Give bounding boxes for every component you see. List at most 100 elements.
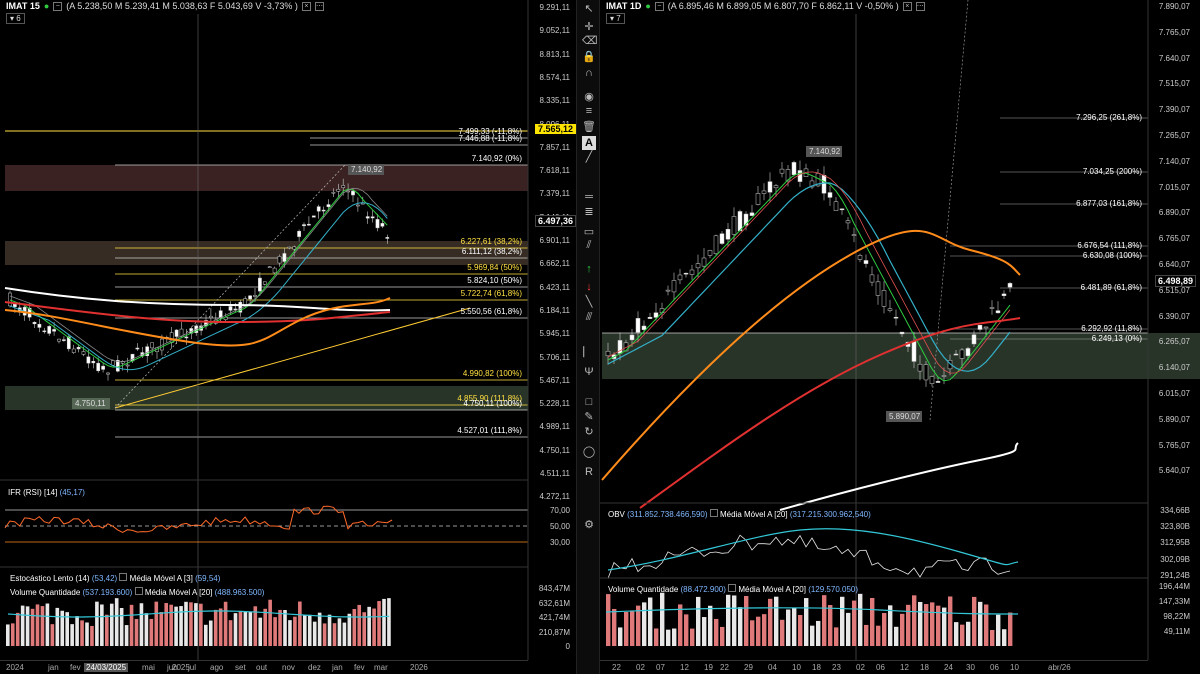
obv-axis-label: 291,24B <box>1160 570 1190 580</box>
volume-bar <box>816 620 821 646</box>
volume-bar <box>15 612 20 646</box>
ray-icon[interactable]: ╲ <box>582 295 596 309</box>
left-volume-label[interactable]: Volume Quantidade (537.193.600) Média Mó… <box>10 587 264 597</box>
obv-toggle-icon[interactable] <box>709 509 718 517</box>
left-symbol[interactable]: IMAT 15 <box>6 1 40 11</box>
volume-bar <box>756 616 761 646</box>
rsi-title: IFR (RSI) [14] <box>8 488 58 497</box>
left-price-label: 5.706,11 <box>539 352 570 362</box>
right-volume-label[interactable]: Volume Quantidade (88.472.900) Média Móv… <box>608 584 858 594</box>
parallel-icon[interactable]: ⫻ <box>582 310 596 324</box>
volume-bar <box>119 608 124 646</box>
volume-bar <box>337 618 342 646</box>
left-price-label: 8.335,11 <box>539 96 570 106</box>
layers-icon[interactable]: ≡ <box>582 104 596 118</box>
right-price-label: 7.765,07 <box>1158 27 1190 37</box>
cursor-icon[interactable]: ↖ <box>582 2 596 16</box>
rsi-label[interactable]: IFR (RSI) [14] (45,17) <box>8 488 85 497</box>
rotate-icon[interactable]: ↻ <box>582 425 596 439</box>
volume-bar <box>45 603 50 646</box>
crosshair-icon[interactable]: ✛ <box>582 20 596 34</box>
volume-bar <box>876 625 881 646</box>
volume-bar <box>25 606 30 646</box>
fib-icon[interactable]: ≣ <box>582 205 596 219</box>
right-time-axis[interactable]: 22020712192229041018230206121824300610de… <box>600 660 1148 674</box>
left-vol-toggle-icon[interactable] <box>134 587 143 595</box>
right-price-label: 6.015,07 <box>1158 389 1190 398</box>
right-x-label: 18 <box>812 663 821 672</box>
right-chart-panel[interactable]: 7.140,92 5.890,07 IMAT 1D ● − (A 6.895,46… <box>600 0 1200 674</box>
left-current-price: 6.497,36 <box>534 215 576 227</box>
volume-bar <box>780 619 785 646</box>
stoch-toggle-icon[interactable] <box>119 573 128 581</box>
left-vol-axis-label: 0 <box>565 642 570 651</box>
left-price-label: 8.574,11 <box>539 72 570 82</box>
candle-body <box>911 340 917 362</box>
left-fib-label: 7.140,92 (0%) <box>471 154 522 163</box>
candle-body <box>719 233 725 244</box>
left-x-label: nov <box>282 663 295 672</box>
ruler-icon[interactable]: R <box>582 465 596 479</box>
volume-bar <box>642 602 647 646</box>
obv-label[interactable]: OBV (311.852.738.466,590) Média Móvel A … <box>608 509 871 519</box>
left-price-axis[interactable]: 9.291,11 9.052,11 8.813,11 8.574,11 8.335,11… <box>528 0 576 660</box>
settings-icon[interactable]: ⋯ <box>915 1 925 11</box>
left-vol-value: (537.193.600) <box>82 588 133 597</box>
vline-icon[interactable]: ⎸ <box>582 345 596 359</box>
lock-icon[interactable]: 🔒 <box>582 50 596 64</box>
channel-icon[interactable]: ⫽ <box>582 238 596 252</box>
left-year-label: 2025 <box>172 663 190 672</box>
volume-bar <box>612 608 617 646</box>
eye-icon[interactable]: ◉ <box>582 90 596 104</box>
right-price-label: 5.890,07 <box>1158 414 1190 424</box>
candle-body <box>52 329 56 332</box>
volume-bar <box>347 613 352 646</box>
right-vol-toggle-icon[interactable] <box>728 584 737 592</box>
right-layout-dropdown[interactable]: ▾ 7 <box>606 13 625 24</box>
left-vol-ma-title: Média Móvel A [20] <box>144 588 213 597</box>
right-price-axis[interactable]: 7.890,07 7.765,07 7.640,07 7.515,07 7.390,07… <box>1148 0 1196 660</box>
pen-icon[interactable]: ✎ <box>582 410 596 424</box>
volume-bar <box>714 618 719 646</box>
right-vol-ma-title: Média Móvel A [20] <box>738 585 806 594</box>
volume-bar <box>75 616 79 646</box>
left-chart-panel[interactable]: 7.140,92 4.750,11 IMAT 15 ● − (A 5.238,50… <box>0 0 576 674</box>
volume-bar <box>124 625 129 646</box>
right-x-label: 06 <box>876 663 885 672</box>
volume-bar <box>882 613 887 646</box>
right-x-label: 29 <box>744 663 753 672</box>
volume-bar <box>85 622 89 646</box>
hline-icon[interactable]: ═ <box>582 190 596 204</box>
minimize-icon[interactable]: − <box>654 1 664 11</box>
left-price-label: 6.662,11 <box>539 259 570 269</box>
candle-body <box>62 339 66 341</box>
left-time-axis[interactable]: 2024 jan fev 24/03/2025 mai jun jul ago set out no… <box>0 660 528 674</box>
trash-icon[interactable]: 🗑 <box>582 120 596 134</box>
close-icon[interactable]: × <box>902 1 912 11</box>
eraser-icon[interactable]: ⌫ <box>582 34 598 48</box>
pitchfork-icon[interactable]: Ψ <box>582 365 596 379</box>
arrow-down-icon[interactable]: ↓ <box>582 280 596 294</box>
left-x-label: mai <box>142 663 155 672</box>
line-icon[interactable]: ╱ <box>582 150 596 164</box>
volume-bar <box>924 604 929 646</box>
candle-body <box>272 267 277 274</box>
arrow-up-icon[interactable]: ↑ <box>582 262 596 276</box>
ellipse-icon[interactable]: ◯ <box>582 445 596 459</box>
left-fib-label: 6.227,61 (38,2%) <box>460 237 522 246</box>
minimize-icon[interactable]: − <box>53 1 63 11</box>
candle-body <box>791 162 797 175</box>
volume-bar <box>726 594 731 646</box>
gear-icon[interactable]: ⚙ <box>582 518 596 532</box>
square-icon[interactable]: □ <box>582 395 596 409</box>
settings-icon[interactable]: ⋯ <box>314 1 324 11</box>
candle-body <box>277 256 282 264</box>
rect-icon[interactable]: ▭ <box>582 225 596 239</box>
right-symbol[interactable]: IMAT 1D <box>606 1 641 11</box>
left-layout-dropdown[interactable]: ▾ 6 <box>6 13 25 24</box>
volume-bar <box>332 623 337 646</box>
close-icon[interactable]: × <box>301 1 311 11</box>
stoch-label[interactable]: Estocástico Lento (14) (53,42) Média Móv… <box>10 573 220 583</box>
magnet-icon[interactable]: ∩ <box>582 66 596 80</box>
text-icon[interactable]: A <box>582 136 596 150</box>
